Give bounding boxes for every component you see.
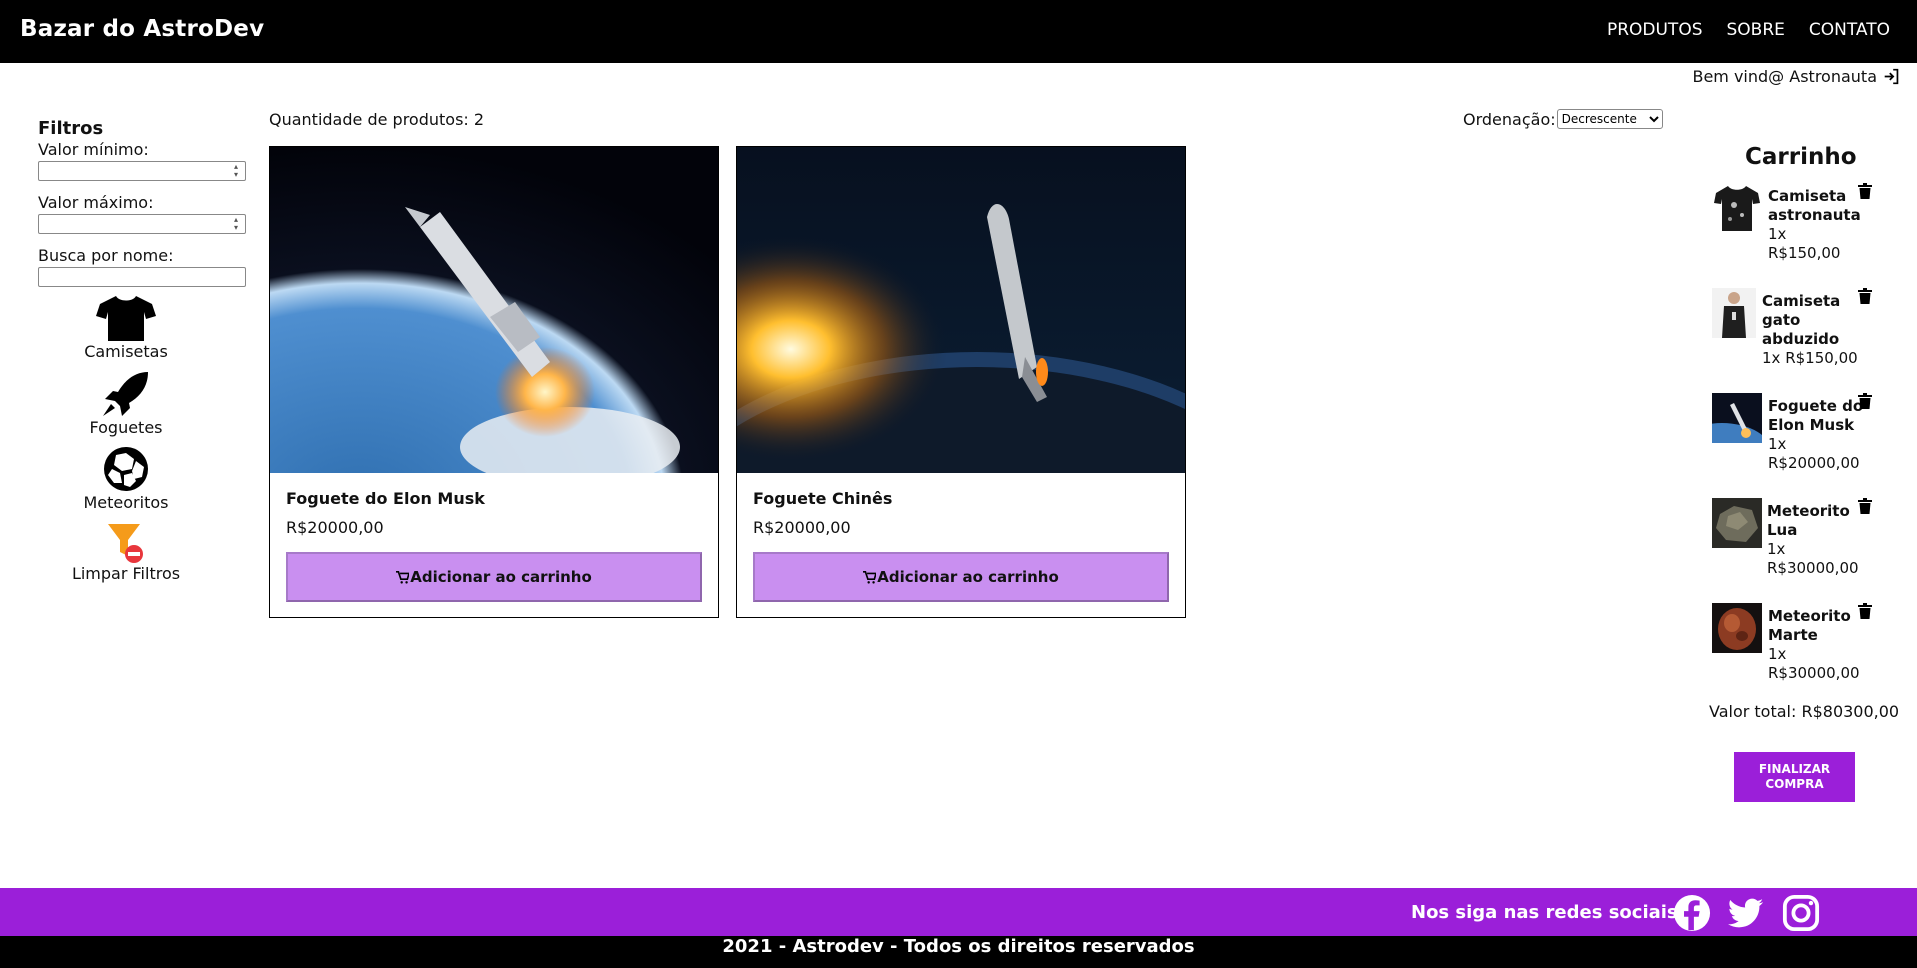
- cart-item-qty: 1x: [1768, 435, 1787, 453]
- cart-item-price: R$150,00: [1785, 349, 1858, 367]
- tshirt-icon: [96, 296, 156, 341]
- cart-total: Valor total: R$80300,00: [1709, 702, 1900, 721]
- instagram-icon[interactable]: [1782, 894, 1820, 932]
- product-card: Foguete Chinês R$20000,00 Adicionar ao c…: [736, 146, 1186, 618]
- brand-title[interactable]: Bazar do AstroDev: [20, 16, 264, 42]
- product-count: Quantidade de produtos: 2: [269, 110, 485, 129]
- category-camisetas[interactable]: Camisetas: [51, 294, 201, 361]
- cart-icon: [396, 570, 410, 584]
- nav-contato[interactable]: CONTATO: [1809, 20, 1890, 40]
- copyright-bar: 2021 - Astrodev - Todos os direitos rese…: [0, 936, 1917, 968]
- product-price: R$20000,00: [753, 518, 851, 537]
- trash-icon[interactable]: [1858, 393, 1872, 409]
- welcome-text: Bem vind@ Astronauta: [1692, 67, 1877, 86]
- product-card: Foguete do Elon Musk R$20000,00 Adiciona…: [269, 146, 719, 618]
- filters-title: Filtros: [38, 118, 104, 139]
- min-value-stepper[interactable]: ▴ ▾: [229, 163, 243, 179]
- cart-item-qty: 1x: [1768, 645, 1787, 663]
- sort-select[interactable]: Decrescente: [1556, 109, 1663, 129]
- rocket-icon: [103, 372, 148, 416]
- category-label: Limpar Filtros: [71, 564, 181, 583]
- filters-panel: Filtros Valor mínimo: ▴ ▾ Valor máximo: ▴…: [38, 118, 248, 287]
- welcome-bar: Bem vind@ Astronauta: [1692, 67, 1900, 86]
- cart-title: Carrinho: [1745, 144, 1857, 170]
- copyright-text: 2021 - Astrodev - Todos os direitos rese…: [722, 936, 1195, 957]
- clear-filters[interactable]: Limpar Filtros: [51, 522, 201, 583]
- min-value-input[interactable]: ▴ ▾: [38, 161, 246, 181]
- clear-filter-icon: [108, 524, 143, 563]
- top-navbar: Bazar do AstroDev PRODUTOS SOBRE CONTATO: [0, 0, 1917, 63]
- add-to-cart-label: Adicionar ao carrinho: [877, 568, 1059, 586]
- product-price: R$20000,00: [286, 518, 384, 537]
- cart-item-price: R$30000,00: [1768, 664, 1860, 682]
- meteorite-icon: [104, 447, 148, 491]
- cart-item-qty: 1x: [1768, 225, 1787, 243]
- cart-item-price: R$20000,00: [1768, 454, 1860, 472]
- sort-label: Ordenação:: [1463, 109, 1556, 129]
- sort-control: Ordenação: Decrescente: [1463, 109, 1663, 129]
- twitter-icon[interactable]: [1727, 894, 1765, 932]
- max-value-label: Valor máximo:: [38, 193, 154, 212]
- product-name: Foguete do Elon Musk: [286, 489, 485, 508]
- facebook-icon[interactable]: [1673, 894, 1711, 932]
- name-search-input[interactable]: [38, 267, 246, 287]
- name-search-label: Busca por nome:: [38, 246, 174, 265]
- add-to-cart-button[interactable]: Adicionar ao carrinho: [753, 552, 1169, 602]
- checkout-button[interactable]: FINALIZAR COMPRA: [1734, 752, 1855, 802]
- trash-icon[interactable]: [1858, 288, 1872, 304]
- category-label: Camisetas: [84, 342, 168, 361]
- add-to-cart-button[interactable]: Adicionar ao carrinho: [286, 552, 702, 602]
- category-label: Foguetes: [89, 418, 163, 437]
- product-image[interactable]: [737, 147, 1185, 473]
- category-meteoritos[interactable]: Meteoritos: [51, 445, 201, 512]
- product-name: Foguete Chinês: [753, 489, 893, 508]
- cart-item-qty: 1x: [1767, 540, 1786, 558]
- cart-item-thumbnail: [1712, 498, 1762, 548]
- trash-icon[interactable]: [1858, 183, 1872, 199]
- main-nav: PRODUTOS SOBRE CONTATO: [1607, 20, 1890, 40]
- product-image[interactable]: [270, 147, 718, 473]
- category-label: Meteoritos: [83, 493, 169, 512]
- social-footer: Nos siga nas redes sociais: [0, 888, 1917, 936]
- cart-icon: [863, 570, 877, 584]
- cart-item-thumbnail: [1712, 393, 1762, 443]
- max-value-input[interactable]: ▴ ▾: [38, 214, 246, 234]
- follow-text: Nos siga nas redes sociais: [1411, 902, 1678, 923]
- cart-item-price: R$150,00: [1768, 244, 1841, 262]
- add-to-cart-label: Adicionar ao carrinho: [410, 568, 592, 586]
- login-icon[interactable]: [1883, 68, 1900, 85]
- min-value-label: Valor mínimo:: [38, 140, 149, 159]
- trash-icon[interactable]: [1858, 498, 1872, 514]
- trash-icon[interactable]: [1858, 603, 1872, 619]
- cart-item-qty: 1x: [1762, 349, 1781, 367]
- cart-item-thumbnail: [1712, 603, 1762, 653]
- nav-sobre[interactable]: SOBRE: [1727, 20, 1785, 40]
- nav-produtos[interactable]: PRODUTOS: [1607, 20, 1703, 40]
- cart-item-thumbnail: [1714, 186, 1760, 231]
- cart-item-thumbnail: [1712, 288, 1756, 338]
- category-foguetes[interactable]: Foguetes: [51, 370, 201, 437]
- max-value-stepper[interactable]: ▴ ▾: [229, 216, 243, 232]
- cart-item-price: R$30000,00: [1767, 559, 1859, 577]
